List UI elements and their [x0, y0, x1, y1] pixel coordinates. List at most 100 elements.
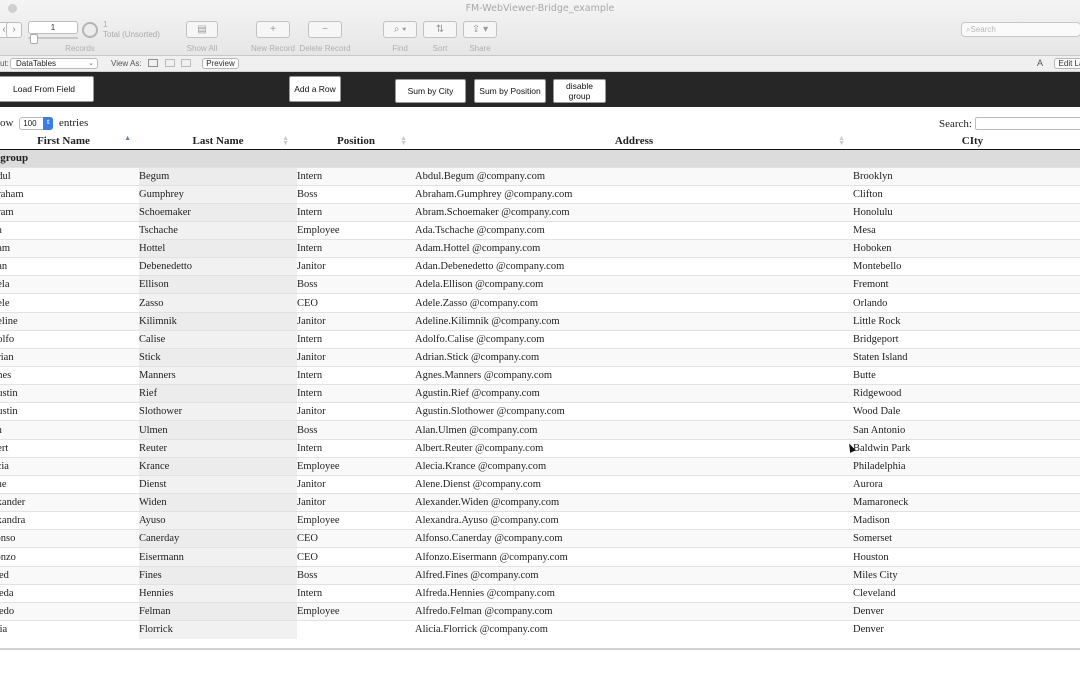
table-row[interactable]: damHottelInternAdam.Hottel @company.comH… — [0, 239, 1080, 258]
chevron-down-icon: ⌄ — [88, 60, 94, 67]
table-row[interactable]: drianStickJanitorAdrian.Stick @company.c… — [0, 347, 1080, 367]
position-cell: Intern — [297, 384, 415, 403]
city-cell: Orlando — [853, 293, 1080, 313]
sort-icon[interactable]: ⇅ — [423, 21, 457, 38]
table-row[interactable]: iciaFlorrick Alicia.Florrick @company.com… — [0, 620, 1080, 639]
city-cell: Miles City — [853, 565, 1080, 585]
table-row[interactable]: dolfoCaliseInternAdolfo.Calise @company.… — [0, 329, 1080, 349]
column-header-last-name[interactable]: Last Name ▲ ▼ — [139, 133, 297, 150]
city-cell: Denver — [853, 601, 1080, 621]
position-cell: Janitor — [297, 493, 415, 512]
table-row[interactable]: fonzoEisermannCEOAlfonzo.Eisermann @comp… — [0, 547, 1080, 567]
record-number-field[interactable]: 1 — [28, 21, 78, 34]
layout-select[interactable]: DataTables ⌄ — [10, 58, 98, 69]
table-row[interactable]: exandraAyusoEmployeeAlexandra.Ayuso @com… — [0, 511, 1080, 530]
last-name-cell: Ulmen — [139, 420, 297, 440]
table-row[interactable]: brahamGumphreyBossAbraham.Gumphrey @comp… — [0, 184, 1080, 204]
address-cell: Agustin.Rief @company.com — [415, 384, 853, 403]
table-row[interactable]: delineKilimnikJanitorAdeline.Kilimnik @c… — [0, 311, 1080, 331]
last-name-cell: Debenedetto — [139, 257, 297, 276]
table-row[interactable]: bertReuterInternAlbert.Reuter @company.c… — [0, 438, 1080, 458]
sum-by-city-button[interactable]: Sum by City — [395, 79, 466, 103]
column-header-position[interactable]: Position ▲ ▼ — [297, 133, 415, 150]
table-row[interactable]: fredFinesBossAlfred.Fines @company.comMi… — [0, 565, 1080, 585]
first-name-cell: da — [0, 220, 139, 240]
table-row[interactable]: fonsoCanerdayCEOAlfonso.Canerday @compan… — [0, 529, 1080, 548]
position-cell: Employee — [297, 220, 415, 240]
table-row[interactable]: fredoFelmanEmployeeAlfredo.Felman @compa… — [0, 601, 1080, 621]
new-record-button[interactable]: New Record — [248, 44, 298, 53]
disable-group-button[interactable]: disable group — [553, 79, 606, 103]
delete-record-icon[interactable]: − — [308, 21, 342, 38]
table-row[interactable]: eciaKranceEmployeeAlecia.Krance @company… — [0, 456, 1080, 476]
first-name-cell: drian — [0, 347, 139, 367]
first-name-cell: icia — [0, 620, 139, 639]
table-row[interactable]: bdulBegumInternAbdul.Begum @company.comB… — [0, 166, 1080, 186]
new-record-icon[interactable]: + — [256, 21, 290, 38]
sum-by-position-button[interactable]: Sum by Position — [474, 79, 546, 103]
list-view-icon[interactable] — [165, 59, 175, 67]
column-header-first-name[interactable]: First Name ▲ — [0, 133, 139, 150]
position-cell: Boss — [297, 565, 415, 585]
position-cell: Janitor — [297, 311, 415, 331]
position-cell: Janitor — [297, 402, 415, 421]
entries-length-select[interactable]: 100 ⇕ — [19, 117, 54, 130]
position-cell: Janitor — [297, 257, 415, 276]
table-row[interactable]: gustinSlothowerJanitorAgustin.Slothower … — [0, 402, 1080, 421]
find-icon[interactable]: ⌕ ▾ — [383, 21, 417, 38]
share-button[interactable]: Share — [463, 44, 497, 53]
position-cell: Boss — [297, 275, 415, 294]
first-name-cell: bram — [0, 202, 139, 222]
record-slider[interactable] — [28, 34, 78, 44]
city-cell: Butte — [853, 366, 1080, 385]
table-row[interactable]: eneDienstJanitorAlene.Dienst @company.co… — [0, 474, 1080, 494]
font-size-icon[interactable]: A — [1037, 58, 1043, 68]
position-cell: Employee — [297, 456, 415, 476]
table-row[interactable]: danDebenedettoJanitorAdan.Debenedetto @c… — [0, 257, 1080, 276]
table-row[interactable]: gustinRiefInternAgustin.Rief @company.co… — [0, 384, 1080, 403]
find-button[interactable]: Find — [383, 44, 417, 53]
record-total: 1 Total (Unsorted) — [103, 20, 160, 39]
last-name-cell: Widen — [139, 493, 297, 512]
table-view-icon[interactable] — [181, 59, 191, 67]
load-from-field-button[interactable]: Load From Field — [0, 76, 94, 102]
group-row[interactable]: o group — [0, 149, 1080, 167]
edit-layout-button[interactable]: Edit La — [1054, 58, 1080, 69]
last-name-cell: Manners — [139, 366, 297, 385]
table-row[interactable]: deleZassoCEOAdele.Zasso @company.comOrla… — [0, 293, 1080, 313]
show-all-button[interactable]: Show All — [180, 44, 224, 53]
table-row[interactable]: gnesMannersInternAgnes.Manners @company.… — [0, 366, 1080, 385]
column-header-address[interactable]: Address ▲ ▼ — [415, 133, 853, 150]
add-row-button[interactable]: Add a Row — [289, 76, 341, 102]
column-header-city[interactable]: CIty — [853, 133, 1080, 150]
sort-button[interactable]: Sort — [423, 44, 457, 53]
table-row[interactable]: bramSchoemakerInternAbram.Schoemaker @co… — [0, 202, 1080, 222]
table-row[interactable]: delaEllisonBossAdela.Ellison @company.co… — [0, 275, 1080, 294]
delete-record-button[interactable]: Delete Record — [298, 44, 352, 53]
table-search-input[interactable] — [975, 117, 1080, 130]
position-cell: CEO — [297, 293, 415, 313]
address-cell: Alfonzo.Eisermann @company.com — [415, 547, 853, 567]
table-row[interactable]: anUlmenBossAlan.Ulmen @company.comSan An… — [0, 420, 1080, 440]
toolbar-search-input[interactable]: ⌕Search — [961, 22, 1080, 37]
show-all-icon[interactable]: ▤ — [186, 21, 218, 38]
sort-asc-icon: ▲ — [124, 134, 131, 142]
address-cell: Ada.Tschache @company.com — [415, 220, 853, 240]
position-cell: Intern — [297, 438, 415, 458]
table-row[interactable]: daTschacheEmployeeAda.Tschache @company.… — [0, 220, 1080, 240]
table-row[interactable]: exanderWidenJanitorAlexander.Widen @comp… — [0, 493, 1080, 512]
form-view-icon[interactable] — [148, 59, 158, 67]
next-record-icon[interactable]: › — [6, 22, 22, 38]
share-icon[interactable]: ⇪ ▾ — [463, 21, 497, 38]
city-cell: Bridgeport — [853, 329, 1080, 349]
table-row[interactable]: fredaHenniesInternAlfreda.Hennies @compa… — [0, 583, 1080, 603]
last-name-cell: Ayuso — [139, 511, 297, 530]
sort-icon: ▲ ▼ — [400, 134, 407, 147]
city-cell: Montebello — [853, 257, 1080, 276]
window-title: FM-WebViewer-Bridge_example — [465, 3, 615, 14]
first-name-cell: gnes — [0, 366, 139, 385]
preview-button[interactable]: Preview — [202, 58, 239, 69]
city-cell: San Antonio — [853, 420, 1080, 440]
webviewer-header: Load From Field Add a Row Sum by City Su… — [0, 72, 1080, 107]
last-name-cell: Eisermann — [139, 547, 297, 567]
